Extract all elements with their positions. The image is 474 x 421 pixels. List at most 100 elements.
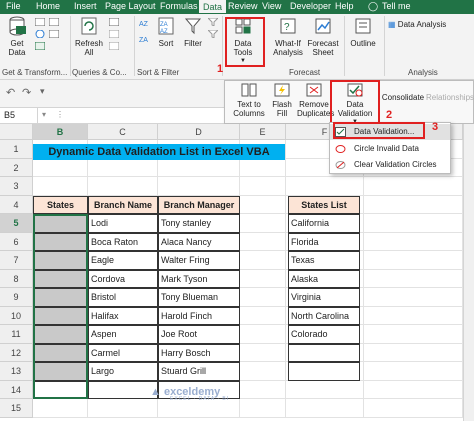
tab-formulas[interactable]: Formulas [160,1,198,11]
grid-cell[interactable] [364,288,463,307]
name-box[interactable]: B5 [0,108,38,123]
grid-cell[interactable] [158,177,240,196]
grid-cell[interactable] [33,177,88,196]
properties-icon[interactable] [108,29,120,40]
state-list-cell[interactable]: Colorado [288,325,360,344]
state-list-cell[interactable] [288,343,360,362]
tab-home[interactable]: Home [36,1,60,11]
branch-name-cell[interactable]: Bristol [88,288,158,307]
tab-data[interactable]: Data [199,0,227,13]
tab-view[interactable]: View [262,1,281,11]
grid-cell[interactable] [88,399,158,418]
grid-cell[interactable] [364,343,463,362]
outline-button[interactable]: Outline [346,16,380,48]
branch-manager-cell[interactable]: Harry Bosch [158,343,240,362]
grid-cell[interactable] [33,158,88,177]
sort-button[interactable]: ZA AZ Sort [153,16,179,48]
consolidate-button[interactable]: Consolidate [381,93,425,102]
grid-cell[interactable] [240,195,286,214]
row-header[interactable]: 8 [0,269,33,288]
branch-name-cell[interactable]: Boca Raton [88,232,158,251]
branch-manager-cell[interactable]: Joe Root [158,325,240,344]
existing-connections-icon[interactable] [48,29,60,40]
grid-cell[interactable] [240,232,286,251]
branch-name-cell[interactable]: Lodi [88,214,158,233]
remove-duplicates-button[interactable]: Remove Duplicates [297,83,334,118]
grid-cell[interactable] [364,195,463,214]
row-header[interactable]: 2 [0,158,33,177]
grid-cell[interactable] [286,399,364,418]
branch-manager-cell[interactable]: Alaca Nancy [158,232,240,251]
sort-za-icon[interactable]: ZA [138,34,152,46]
menu-item-circle-invalid-data[interactable]: Circle Invalid Data [330,141,450,157]
grid-cell[interactable] [240,214,286,233]
grid-cell[interactable] [364,251,463,270]
clear-filter-icon[interactable] [206,17,220,28]
get-data-button[interactable]: Get Data [3,16,31,57]
branch-manager-cell[interactable]: Mark Tyson [158,269,240,288]
branch-name-cell[interactable]: Halifax [88,306,158,325]
branch-manager-cell[interactable]: Harold Finch [158,306,240,325]
tab-developer[interactable]: Developer [290,1,331,11]
grid-cell[interactable] [364,214,463,233]
state-list-cell[interactable]: California [288,214,360,233]
grid-cell[interactable] [240,325,286,344]
from-text-icon[interactable] [34,17,46,28]
state-list-cell[interactable]: Florida [288,232,360,251]
row-header[interactable]: 13 [0,362,33,381]
branch-name-cell[interactable]: Aspen [88,325,158,344]
name-box-dropdown-icon[interactable]: ▾ [42,110,46,119]
row-header[interactable]: 6 [0,232,33,251]
grid-cell[interactable] [88,177,158,196]
grid-cell[interactable] [364,325,463,344]
tab-page-layout[interactable]: Page Layout [105,1,156,11]
from-web-icon[interactable] [34,29,46,40]
branch-name-cell[interactable] [88,380,158,399]
column-header-d[interactable]: D [158,124,240,140]
row-header[interactable]: 9 [0,288,33,307]
column-header-e[interactable]: E [240,124,286,140]
row-header[interactable]: 7 [0,251,33,270]
grid-cell[interactable] [240,380,286,399]
branch-manager-cell[interactable]: Tony Blueman [158,288,240,307]
grid-cell[interactable] [240,306,286,325]
text-to-columns-button[interactable]: Text to Columns [231,83,267,118]
grid-cell[interactable] [240,269,286,288]
row-header[interactable]: 4 [0,195,33,214]
grid-cell[interactable] [240,362,286,381]
filter-button[interactable]: Filter [181,16,205,48]
redo-icon[interactable]: ↷ [22,86,31,99]
edit-links-icon[interactable] [108,41,120,52]
row-header[interactable]: 3 [0,177,33,196]
state-list-cell[interactable]: Virginia [288,288,360,307]
grid-cell[interactable] [364,399,463,418]
select-all-corner[interactable] [0,124,33,140]
grid-cell[interactable] [33,399,88,418]
tab-help[interactable]: Help [335,1,354,11]
grid-cell[interactable] [364,362,463,381]
grid-cell[interactable] [240,177,286,196]
customize-qa-icon[interactable]: ▾ [40,86,45,97]
branch-name-cell[interactable]: Carmel [88,343,158,362]
refresh-all-button[interactable]: Refresh All [72,16,106,57]
vertical-scrollbar[interactable] [463,124,474,421]
branch-manager-cell[interactable]: Tony stanley [158,214,240,233]
branch-name-cell[interactable]: Eagle [88,251,158,270]
grid-cell[interactable] [240,399,286,418]
grid-cell[interactable] [240,251,286,270]
reapply-icon[interactable] [206,29,220,40]
branch-name-cell[interactable]: Cordova [88,269,158,288]
from-table-icon[interactable] [34,41,46,52]
menu-item-clear-validation-circles[interactable]: Clear Validation Circles [330,157,450,173]
row-header[interactable]: 5 [0,214,33,233]
tab-review[interactable]: Review [228,1,258,11]
grid-cell[interactable] [364,269,463,288]
undo-icon[interactable]: ↶ [6,86,15,99]
what-if-analysis-button[interactable]: ? What-If Analysis [271,16,305,57]
recent-sources-icon[interactable] [48,17,60,28]
grid-cell[interactable] [158,158,240,177]
state-list-cell[interactable]: Alaska [288,269,360,288]
grid-cell[interactable] [286,177,364,196]
forecast-sheet-button[interactable]: Forecast Sheet [306,16,340,57]
flash-fill-button[interactable]: Flash Fill [269,83,295,118]
